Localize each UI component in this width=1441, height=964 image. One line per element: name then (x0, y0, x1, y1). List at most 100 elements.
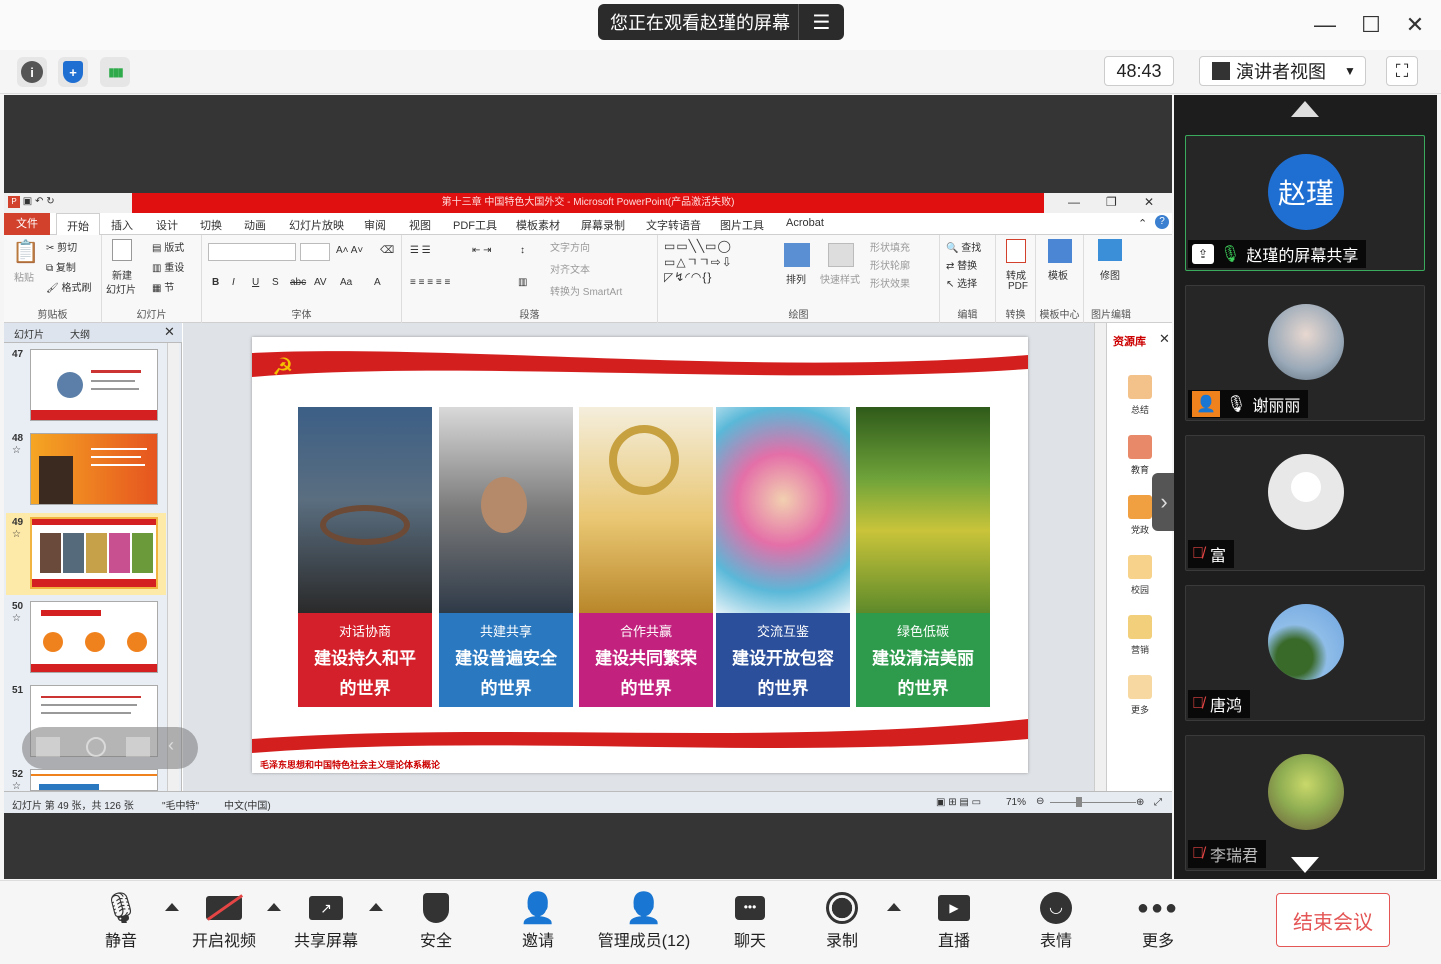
chat-button[interactable]: ••• 聊天 (730, 889, 770, 951)
paste-label[interactable]: 粘贴 (14, 269, 34, 284)
security-button[interactable]: 安全 (416, 889, 456, 951)
record-options-arrow[interactable] (887, 903, 901, 911)
slide-scrollbar[interactable] (1094, 323, 1106, 791)
tab-picture-tools[interactable]: 图片工具 (720, 217, 764, 233)
ppt-minimize-button[interactable]: — (1068, 195, 1080, 209)
bold-icon[interactable]: B (212, 277, 219, 288)
end-meeting-button[interactable]: 结束会议 (1276, 893, 1390, 947)
slide-thumbnail-current[interactable] (30, 517, 158, 589)
reset-button[interactable]: ▥ 重设 (152, 259, 184, 274)
ppt-restore-button[interactable]: ❐ (1106, 195, 1117, 209)
new-slide-label-2[interactable]: 幻灯片 (106, 281, 136, 296)
tab-text-to-speech[interactable]: 文字转语音 (646, 217, 701, 233)
start-video-button[interactable]: 开启视频 (188, 889, 260, 951)
quick-styles-icon[interactable] (828, 243, 854, 267)
participant-tile[interactable]: 👤 🎙 谢丽丽 (1185, 285, 1425, 421)
new-slide-icon[interactable] (112, 239, 132, 261)
maximize-button[interactable]: ☐ (1358, 12, 1384, 38)
invite-button[interactable]: 👤 邀请 (518, 889, 558, 951)
resource-more[interactable]: 更多 (1125, 675, 1155, 716)
more-button[interactable]: ●●● 更多 (1137, 889, 1178, 951)
zoom-thumb[interactable] (1076, 797, 1082, 807)
tab-outline[interactable]: 大纲 (70, 326, 90, 341)
cut-button[interactable]: ✂ 剪切 (46, 239, 77, 254)
minimize-button[interactable]: — (1312, 12, 1338, 38)
tab-template-material[interactable]: 模板素材 (516, 217, 560, 233)
replace-button[interactable]: ⇄ 替换 (946, 257, 977, 272)
new-slide-label[interactable]: 新建 (112, 267, 132, 282)
font-family-select[interactable] (208, 243, 296, 261)
live-button[interactable]: ▶ 直播 (934, 889, 974, 951)
close-button[interactable]: ✕ (1402, 12, 1428, 38)
reactions-button[interactable]: ◡ 表情 (1036, 889, 1076, 951)
tab-slides[interactable]: 幻灯片 (14, 326, 44, 341)
columns-icon[interactable]: ▥ (518, 277, 527, 288)
to-pdf-label[interactable]: 转成 (1006, 267, 1026, 282)
zoom-out-icon[interactable]: ⊖ (1036, 796, 1044, 807)
quick-styles-label[interactable]: 快速样式 (820, 271, 860, 286)
copy-button[interactable]: ⧉ 复制 (46, 259, 76, 274)
tab-design[interactable]: 设计 (156, 217, 178, 233)
arrange-icon[interactable] (784, 243, 810, 267)
resource-education[interactable]: 教育 (1125, 435, 1155, 476)
template-icon[interactable] (1048, 239, 1072, 263)
retouch-label[interactable]: 修图 (1100, 267, 1120, 282)
shape-effects-button[interactable]: 形状效果 (870, 275, 910, 290)
strikethrough-icon[interactable]: abc (290, 277, 306, 288)
shape-outline-button[interactable]: 形状轮廓 (870, 257, 910, 272)
pdf-icon[interactable] (1006, 239, 1026, 263)
tab-animations[interactable]: 动画 (244, 217, 266, 233)
font-grow-icon[interactable]: A˄ A˅ (336, 245, 363, 256)
section-button[interactable]: ▦ 节 (152, 279, 174, 294)
pen-icon[interactable] (126, 737, 150, 757)
smartart-button[interactable]: 转换为 SmartArt (550, 283, 622, 298)
paste-icon[interactable]: 📋 (12, 239, 39, 265)
select-button[interactable]: ↖ 选择 (946, 275, 977, 290)
arrange-label[interactable]: 排列 (786, 271, 806, 286)
pdf-label[interactable]: PDF (1008, 281, 1028, 292)
resource-party[interactable]: 党政 (1125, 495, 1155, 536)
zoom-slider[interactable]: ⊖ (1036, 796, 1136, 808)
info-icon[interactable]: i (17, 57, 47, 87)
italic-icon[interactable]: I (232, 277, 235, 288)
template-label[interactable]: 模板 (1048, 267, 1068, 282)
chevron-left-icon[interactable]: ‹ (168, 735, 174, 756)
manage-members-button[interactable]: 👤 管理成员(12) (594, 889, 694, 951)
mute-button[interactable]: 🎙 静音 (102, 889, 140, 951)
clear-format-icon[interactable]: ⌫ (380, 245, 394, 256)
mute-options-arrow[interactable] (165, 903, 179, 911)
text-direction-button[interactable]: 文字方向 (550, 239, 590, 254)
fullscreen-icon[interactable]: ⛶ (1386, 56, 1418, 86)
tab-screen-record[interactable]: 屏幕录制 (581, 217, 625, 233)
current-slide[interactable]: ☭ 毛泽东思想和中国特色社会主义理论体系概论 对话协商 建设持久和平 的世界 共… (252, 337, 1028, 773)
participant-tile[interactable]: 赵瑾 ⇪ 🎙 赵瑾的屏幕共享 (1185, 135, 1425, 271)
shadow-icon[interactable]: S (272, 277, 279, 288)
ribbon-collapse-icon[interactable]: ⌃ (1138, 217, 1147, 230)
tab-insert[interactable]: 插入 (111, 217, 133, 233)
tab-pdf-tools[interactable]: PDF工具 (453, 217, 497, 233)
floating-presentation-toolbar[interactable]: ‹ (22, 727, 198, 769)
resource-summary[interactable]: 总结 (1125, 375, 1155, 416)
underline-icon[interactable]: U (252, 277, 259, 288)
retouch-icon[interactable] (1098, 239, 1122, 261)
tab-review[interactable]: 审阅 (364, 217, 386, 233)
undo-icon[interactable]: ↶ (35, 196, 43, 207)
format-painter-button[interactable]: 🖌 格式刷 (46, 279, 91, 294)
slide-thumbnail[interactable] (30, 769, 158, 791)
layout-button[interactable]: ▤ 版式 (152, 239, 184, 254)
align-icons[interactable]: ≡ ≡ ≡ ≡ ≡ (410, 277, 450, 288)
font-size-select[interactable] (300, 243, 330, 261)
line-spacing-icon[interactable]: ↕ (520, 245, 525, 256)
shape-fill-button[interactable]: 形状填充 (870, 239, 910, 254)
tab-view[interactable]: 视图 (409, 217, 431, 233)
save-icon[interactable]: ▣ (23, 196, 32, 207)
indent-icon[interactable]: ⇤ ⇥ (472, 245, 492, 256)
find-button[interactable]: 🔍 查找 (946, 239, 981, 254)
help-icon[interactable]: ? (1155, 215, 1169, 229)
font-color-icon[interactable]: A (374, 277, 381, 288)
zoom-in-icon[interactable]: ⊕ (1136, 797, 1144, 808)
signal-icon[interactable]: ▮▮▮ (100, 57, 130, 87)
share-banner[interactable]: 您正在观看赵瑾的屏幕 ☰ (598, 4, 844, 40)
slide-thumbnail[interactable] (30, 433, 158, 505)
ppt-close-button[interactable]: ✕ (1144, 195, 1154, 209)
